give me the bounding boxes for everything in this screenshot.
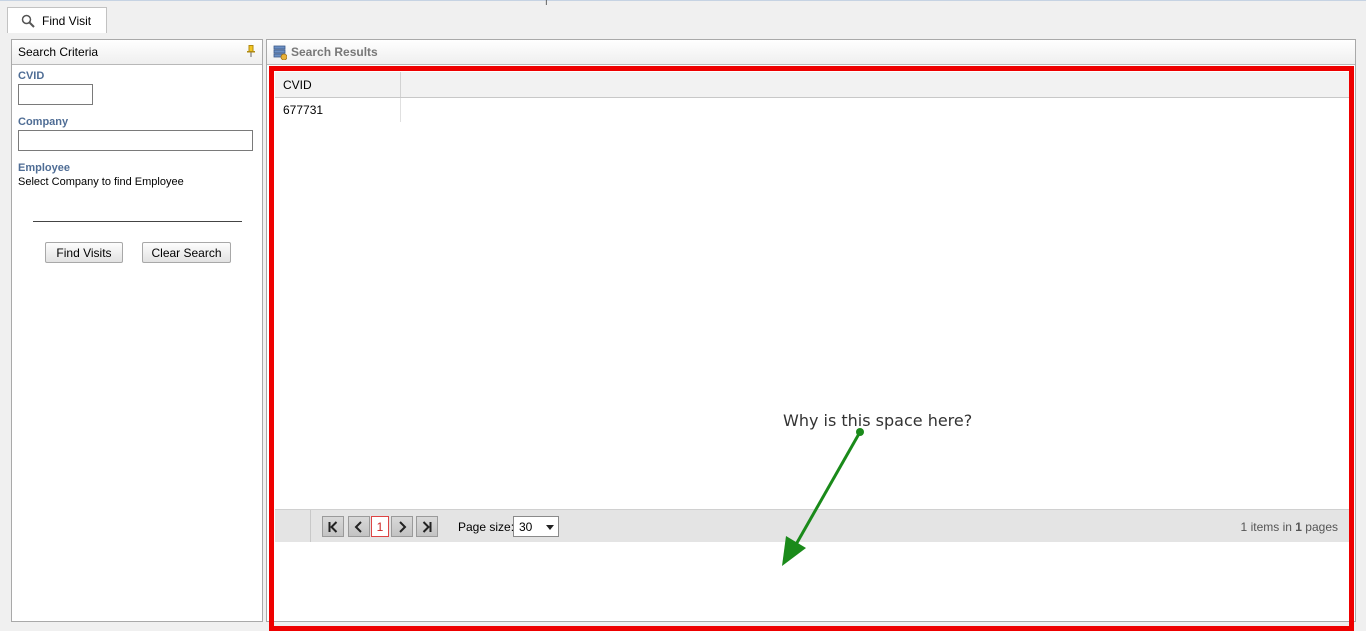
employee-label: Employee [18,162,70,174]
current-page-number[interactable]: 1 [371,516,389,537]
page-size-label: Page size: [458,520,515,534]
next-page-button[interactable] [391,516,413,537]
page-size-value: 30 [519,519,533,534]
search-criteria-panel: Search Criteria CVID Company Employee Se… [11,39,263,622]
items-in-text: items in [1250,520,1292,534]
table-cell-cvid: 677731 [275,98,401,122]
employee-hint: Select Company to find Employee [18,176,184,188]
search-results-header: Search Results [267,40,1355,65]
results-grid-header: CVID [275,72,1349,98]
pin-icon[interactable] [246,45,256,57]
top-border [0,0,1366,1]
pager-info: 1 items in 1 pages [1241,520,1338,534]
search-criteria-title: Search Criteria [18,45,99,59]
cvid-label: CVID [18,70,45,82]
database-icon [273,45,287,60]
pages-text: pages [1305,520,1338,534]
tab-find-visit[interactable]: Find Visit [7,7,107,33]
last-page-icon [422,520,432,533]
criteria-divider [33,221,242,222]
search-results-title: Search Results [291,45,378,59]
first-page-icon [328,520,338,533]
search-criteria-header: Search Criteria [12,40,262,65]
prev-page-button[interactable] [348,516,370,537]
tab-label: Find Visit [42,13,92,28]
page-size-select[interactable]: 30 [513,516,559,537]
last-page-button[interactable] [416,516,438,537]
pager-divider [310,510,311,542]
clear-search-button[interactable]: Clear Search [142,242,231,263]
annotation-arrow-icon [782,428,864,566]
column-header-cvid[interactable]: CVID [275,72,401,97]
chevron-right-icon [399,520,407,533]
company-input[interactable] [18,130,253,151]
company-label: Company [18,116,69,128]
cursor-icon: I [545,0,548,8]
search-icon [21,14,35,28]
pages-count: 1 [1295,520,1302,534]
table-row[interactable]: 677731 [275,98,1349,122]
first-page-button[interactable] [322,516,344,537]
cvid-input[interactable] [18,84,93,105]
chevron-left-icon [354,520,362,533]
items-count: 1 [1240,520,1248,534]
find-visits-button[interactable]: Find Visits [45,242,123,263]
chevron-down-icon [546,525,554,530]
